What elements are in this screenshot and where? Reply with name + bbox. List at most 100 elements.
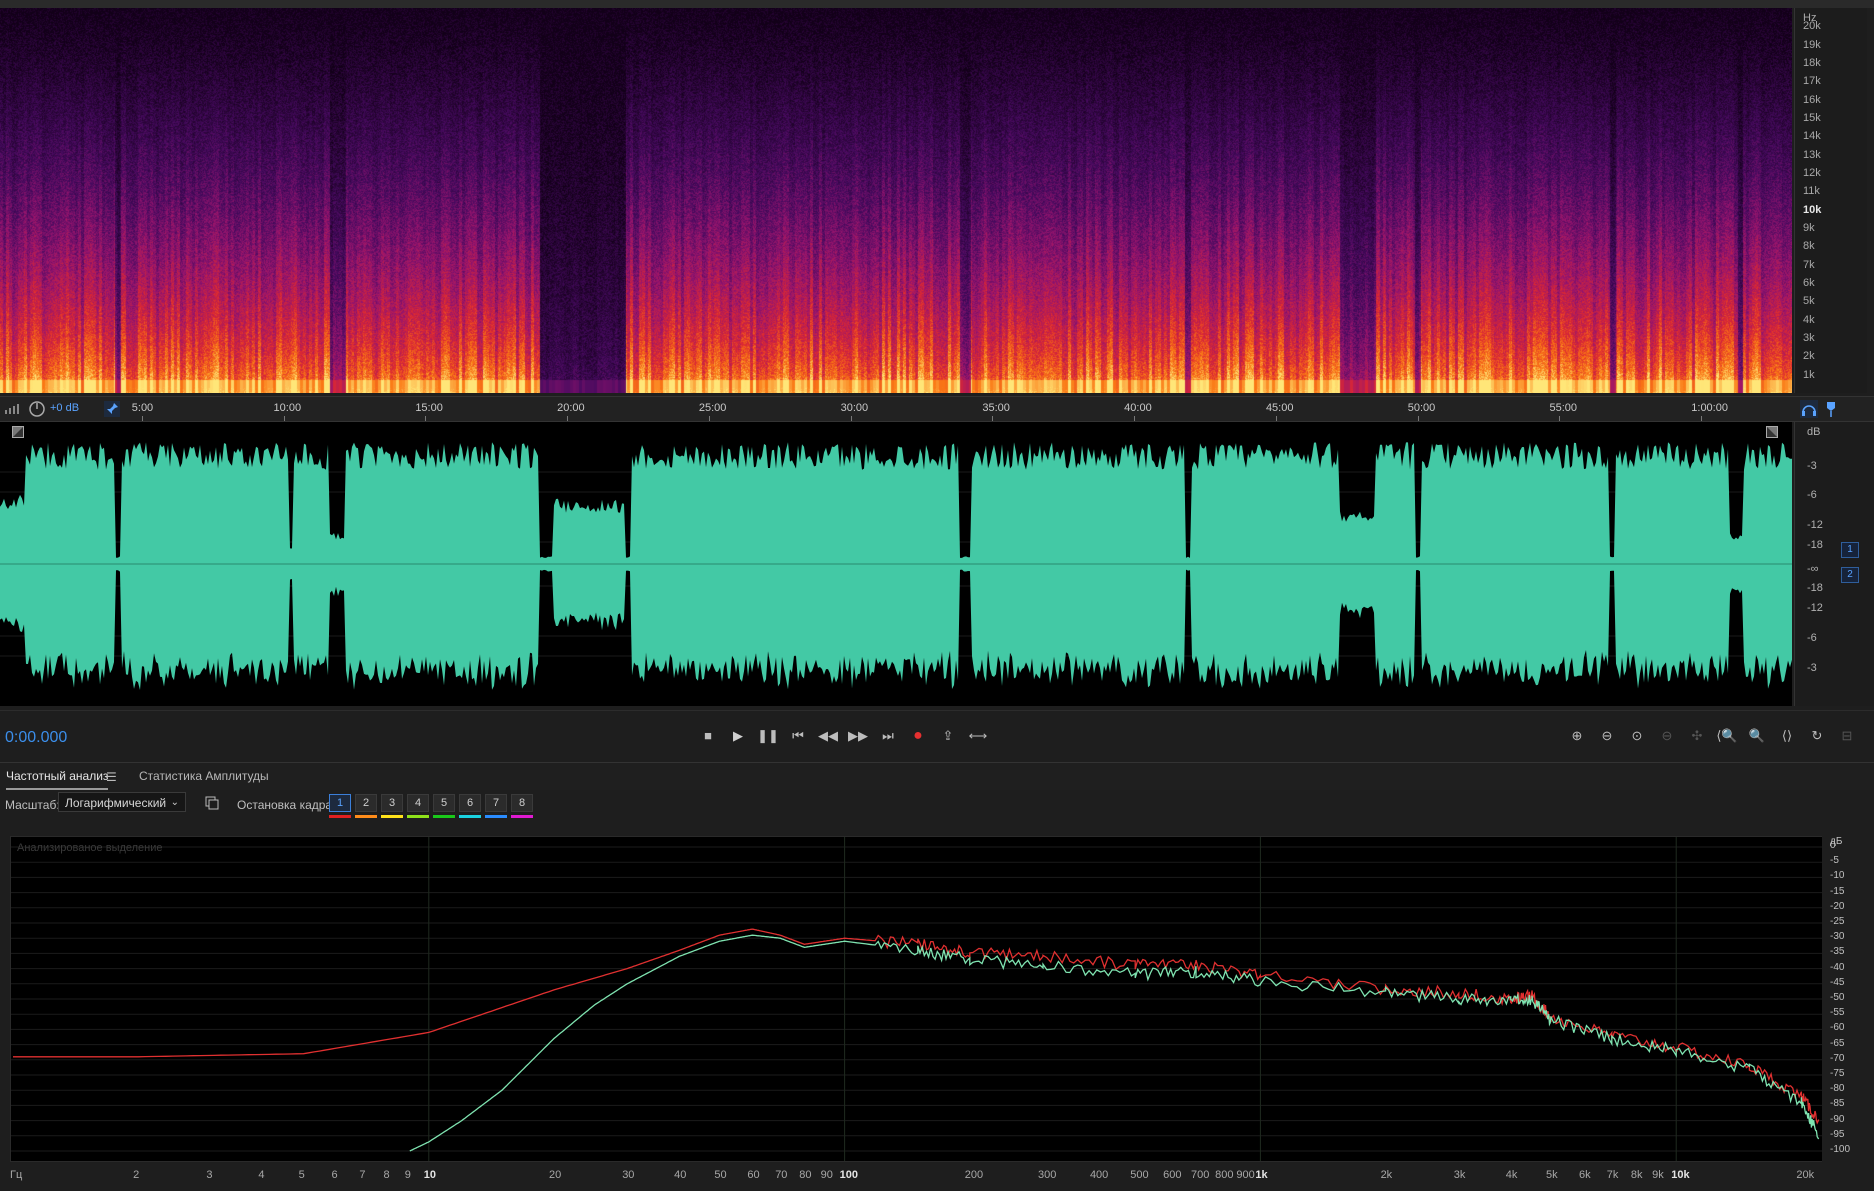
frequency-plot[interactable]: Анализированое выделение <box>11 837 1823 1161</box>
zoom-in-amplitude-button[interactable]: ⊕ <box>1565 725 1589 747</box>
zoom-selection-button[interactable]: ⊙ <box>1625 725 1649 747</box>
waveform-display[interactable] <box>0 422 1792 706</box>
spectral-frequency-display[interactable] <box>0 8 1792 393</box>
skip-selection-button[interactable]: ⇪ <box>937 725 959 747</box>
fx-label: 9k <box>1652 1169 1664 1181</box>
stop-button[interactable]: ■ <box>697 725 719 747</box>
scale-select[interactable]: Логарифмический ⌄ <box>58 792 186 812</box>
db-unit-label: dB <box>1807 426 1821 438</box>
hold-frame-1-button[interactable]: 1 <box>329 794 351 812</box>
play-button[interactable]: ▶ <box>727 725 749 747</box>
stop-icon: ■ <box>704 728 712 743</box>
zoom-center-button[interactable]: ✣ <box>1685 725 1709 747</box>
go-to-end-button[interactable]: ⏭ <box>877 725 899 747</box>
hold-frame-5-button[interactable]: 5 <box>433 794 455 812</box>
hold-frame-8-button[interactable]: 8 <box>511 794 533 812</box>
db-label: -6 <box>1807 489 1817 501</box>
top-resize-strip[interactable] <box>0 0 1874 8</box>
fx-label: 200 <box>964 1169 984 1181</box>
fx-label: 30 <box>622 1169 635 1181</box>
fdb-label: -55 <box>1830 1007 1845 1019</box>
timeline-ruler[interactable]: +0 dB 5:00 10:00 15:00 20:00 25:00 30:00 35:00… <box>0 396 1874 422</box>
time-label: 35:00 <box>982 402 1010 414</box>
hz-label: 5k <box>1803 295 1815 308</box>
frequency-x-ruler: Гц 2 3 4 5 6 7 8 9 10 20 30 40 50 60 70 80 90 100 200 300 40… <box>0 1162 1874 1191</box>
zoom-in-icon: ⊕ <box>1571 728 1583 743</box>
analysis-curve-average <box>409 934 1820 1152</box>
copy-graph-icon[interactable] <box>205 796 219 810</box>
hold-frame-4-button[interactable]: 4 <box>407 794 429 812</box>
fdb-label: -50 <box>1830 992 1845 1003</box>
marker-icon[interactable] <box>1822 400 1840 418</box>
fdb-label: -80 <box>1830 1083 1845 1095</box>
play-icon: ▶ <box>733 728 743 743</box>
gain-knob-icon[interactable] <box>28 400 46 418</box>
fdb-label: -20 <box>1830 900 1845 912</box>
time-tick <box>141 416 143 421</box>
time-tick <box>708 416 710 421</box>
zoom-out-amplitude-button[interactable]: ⊖ <box>1595 725 1619 747</box>
hz-label: 17k <box>1803 75 1821 88</box>
hz-label: 18k <box>1803 57 1821 69</box>
gain-value[interactable]: +0 dB <box>50 402 79 414</box>
fdb-label: -85 <box>1830 1098 1845 1110</box>
fade-in-handle-icon[interactable] <box>12 426 24 438</box>
fade-out-handle-icon[interactable] <box>1766 426 1778 438</box>
fx-label: 900 <box>1236 1169 1255 1181</box>
frequency-analysis-graph[interactable]: Анализированое выделение <box>10 836 1824 1162</box>
transport-bar: 0:00.000 ■ ▶ ❚❚ ⏮ ◀◀ ▶▶ ⏭ ● ⇪ ⟷ ⊕ ⊖ ⊙ ⊖ … <box>0 710 1874 761</box>
time-label: 15:00 <box>415 402 443 414</box>
record-button[interactable]: ● <box>907 725 929 747</box>
time-label: 50:00 <box>1407 402 1436 414</box>
hold-frame-3-button[interactable]: 3 <box>381 794 403 812</box>
panel-menu-icon[interactable]: ☰ <box>106 770 117 784</box>
time-tick <box>283 416 285 421</box>
db-label: -∞ <box>1807 563 1819 575</box>
zoom-center-icon: ✣ <box>1691 728 1703 743</box>
zoom-reset-button[interactable]: ↻ <box>1805 725 1829 747</box>
time-tick <box>1417 416 1419 421</box>
go-to-start-button[interactable]: ⏮ <box>787 725 809 747</box>
hz-label: 7k <box>1803 258 1815 271</box>
current-timecode[interactable]: 0:00.000 <box>5 729 67 747</box>
tab-frequency-analysis[interactable]: Частотный анализ <box>6 769 109 790</box>
pause-button[interactable]: ❚❚ <box>757 725 779 747</box>
time-tick <box>567 416 569 421</box>
zoom-out-time-button[interactable]: ⊟ <box>1835 725 1859 747</box>
hold-frame-2-button[interactable]: 2 <box>355 794 377 812</box>
hold-frame-6-button[interactable]: 6 <box>459 794 481 812</box>
rewind-button[interactable]: ◀◀ <box>817 725 839 747</box>
level-meter-icon[interactable] <box>4 402 22 414</box>
fdb-label: -75 <box>1830 1068 1845 1079</box>
zoom-left-button[interactable]: ⟨🔍 <box>1715 725 1739 747</box>
loop-button[interactable]: ⟷ <box>967 725 989 747</box>
hold-frame-7-button[interactable]: 7 <box>485 794 507 812</box>
spectrogram-canvas[interactable] <box>0 8 1792 393</box>
fx-label: 4 <box>258 1169 265 1181</box>
time-label: 1:00:00 <box>1691 402 1728 414</box>
fx-label: 8k <box>1630 1169 1643 1181</box>
tab-amplitude-statistics[interactable]: Статистика Амплитуды <box>139 769 269 783</box>
pin-icon[interactable] <box>104 401 120 417</box>
zoom-disabled-button[interactable]: ⊖ <box>1655 725 1679 747</box>
analysis-controls: Масштаб: Логарифмический ⌄ Остановка кад… <box>0 790 1874 830</box>
fx-label: 300 <box>1037 1169 1057 1181</box>
time-label: 5:00 <box>131 402 154 414</box>
time-label: 30:00 <box>840 402 869 414</box>
waveform-graphic[interactable] <box>0 422 1792 706</box>
hold-frame-color-bar <box>381 815 403 818</box>
hz-label: 16k <box>1803 93 1821 106</box>
fdb-label: -30 <box>1830 931 1845 943</box>
zoom-in-time-button[interactable]: 🔍 <box>1745 725 1769 747</box>
fx-label: 90 <box>820 1169 833 1181</box>
db-label: -12 <box>1807 519 1823 531</box>
channel-1-toggle[interactable]: 1 <box>1841 542 1859 558</box>
fdb-label: -10 <box>1830 870 1845 882</box>
fast-forward-button[interactable]: ▶▶ <box>847 725 869 747</box>
channel-2-toggle[interactable]: 2 <box>1841 567 1859 583</box>
db-label: -6 <box>1807 632 1817 644</box>
hold-frame-color-bar <box>511 815 533 818</box>
zoom-full-button[interactable]: ⟨⟩ <box>1775 725 1799 747</box>
headphones-icon[interactable] <box>1800 400 1818 418</box>
time-tick <box>1275 416 1277 421</box>
